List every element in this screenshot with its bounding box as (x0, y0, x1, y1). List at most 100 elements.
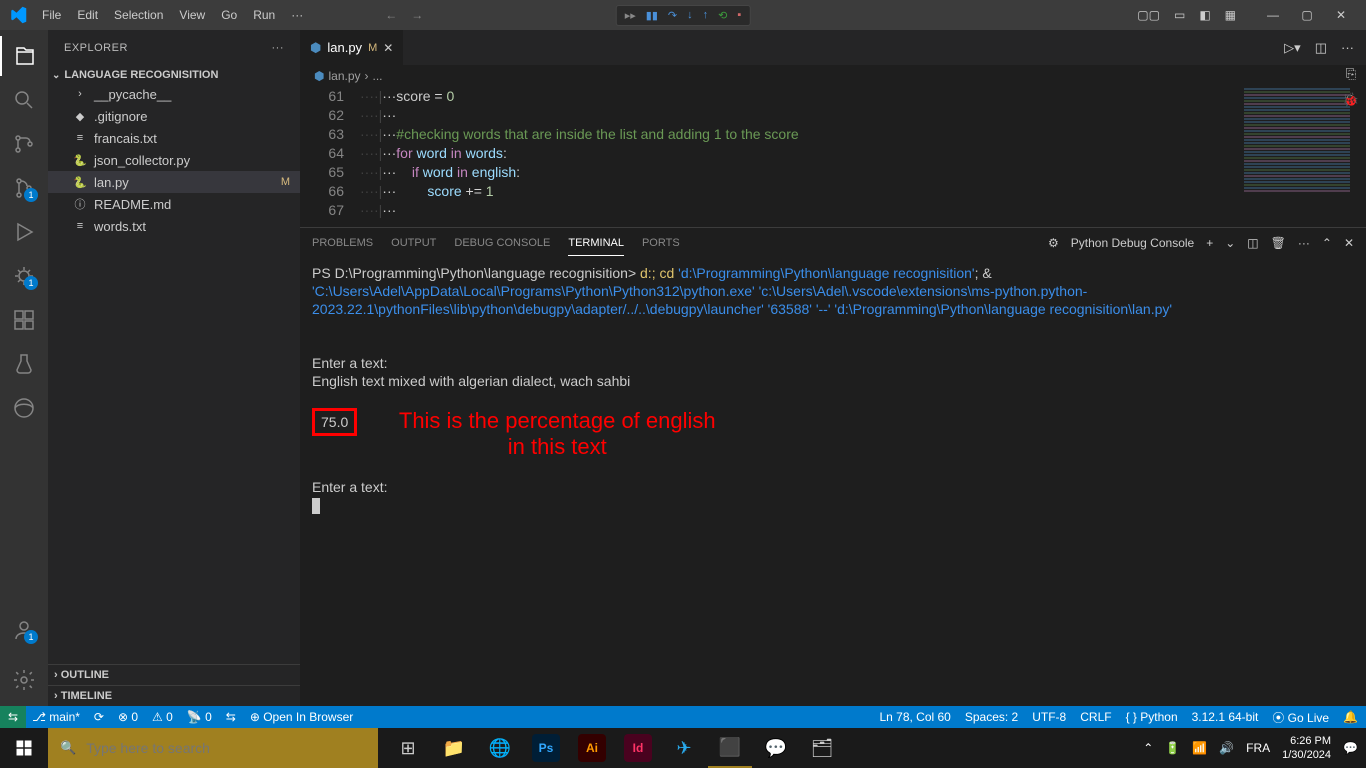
taskbar-search[interactable]: 🔍 (48, 728, 378, 768)
code-area[interactable]: 61626364656667 ····|···score = 0····|···… (300, 87, 1366, 227)
panel-tab-debug[interactable]: DEBUG CONSOLE (454, 231, 550, 255)
layout-primary-icon[interactable]: ▢▢ (1137, 8, 1160, 22)
debug-step-into-icon[interactable]: ↓ (687, 9, 693, 22)
layout-customize-icon[interactable]: ▦ (1225, 8, 1236, 22)
panel-tab-problems[interactable]: PROBLEMS (312, 231, 373, 255)
tab-lan-py[interactable]: ⬢ lan.py M ✕ (300, 30, 404, 65)
messenger-icon[interactable]: 💬 (754, 728, 798, 768)
debug-stop-icon[interactable]: ▪ (737, 9, 741, 22)
tray-notifications-icon[interactable]: 💬 (1343, 741, 1358, 755)
nav-back-icon[interactable]: ← (385, 8, 397, 22)
photoshop-icon[interactable]: Ps (532, 734, 560, 762)
activity-source-control-icon[interactable] (0, 124, 48, 164)
panel-close-icon[interactable]: ✕ (1344, 230, 1354, 256)
window-min-icon[interactable]: — (1256, 2, 1290, 28)
taskview-icon[interactable]: ⊞ (386, 728, 430, 768)
outline-section[interactable]: › OUTLINE (48, 664, 300, 685)
activity-testing-icon[interactable] (0, 344, 48, 384)
vscode-taskbar-icon[interactable]: ⬛ (708, 728, 752, 768)
file-item-README-md[interactable]: ⓘREADME.md (48, 193, 300, 215)
status-language[interactable]: { } Python (1126, 710, 1178, 724)
activity-accounts-icon[interactable]: 1 (0, 610, 48, 650)
file-item-__pycache__[interactable]: ›__pycache__ (48, 83, 300, 105)
activity-edge-icon[interactable] (0, 388, 48, 428)
project-section-header[interactable]: ⌄ LANGUAGE RECOGNISITION (48, 67, 300, 83)
menu-file[interactable]: File (35, 4, 68, 26)
run-play-icon[interactable]: ▷▾ (1284, 40, 1301, 56)
debug-pause-icon[interactable]: ▮▮ (646, 9, 658, 22)
editor-more-icon[interactable]: ··· (1341, 40, 1354, 55)
status-cursor-pos[interactable]: Ln 78, Col 60 (879, 710, 950, 724)
activity-settings-icon[interactable] (0, 660, 48, 700)
timeline-section[interactable]: › TIMELINE (48, 685, 300, 706)
activity-run-debug-icon[interactable] (0, 212, 48, 252)
terminal-split-icon[interactable]: ◫ (1247, 230, 1258, 256)
status-warnings[interactable]: ⚠ 0 (152, 710, 173, 724)
debug-gear-icon[interactable]: ⚙ (1048, 230, 1059, 256)
terminal-bug-icon[interactable]: 🐞 (1343, 92, 1359, 108)
file-item-francais-txt[interactable]: ≡francais.txt (48, 127, 300, 149)
panel-tab-output[interactable]: OUTPUT (391, 231, 436, 255)
panel-tab-ports[interactable]: PORTS (642, 231, 680, 255)
status-sync-icon[interactable]: ⟳ (94, 710, 104, 724)
activity-git-graph-icon[interactable]: 1 (0, 168, 48, 208)
terminal-content[interactable]: PS D:\Programming\Python\language recogn… (300, 258, 1366, 706)
panel-tab-terminal[interactable]: TERMINAL (568, 231, 624, 256)
debug-restart-icon[interactable]: ⟲ (718, 9, 727, 22)
status-bell-icon[interactable]: 🔔 (1343, 710, 1358, 724)
layout-panel-icon[interactable]: ▭ (1174, 8, 1185, 22)
status-spaces[interactable]: Spaces: 2 (965, 710, 1018, 724)
explorer-more-icon[interactable]: ··· (272, 42, 285, 54)
menu-edit[interactable]: Edit (70, 4, 105, 26)
status-port-icon[interactable]: ⇆ (226, 710, 236, 724)
indesign-icon[interactable]: Id (624, 734, 652, 762)
edge-browser-icon[interactable]: 🌐 (478, 728, 522, 768)
file-item--gitignore[interactable]: ◆.gitignore (48, 105, 300, 127)
debug-continue-icon[interactable]: ▸▸ (625, 9, 636, 22)
terminal-side-icon[interactable]: ⎘ (1346, 66, 1356, 82)
terminal-more-icon[interactable]: ··· (1298, 230, 1310, 256)
status-radio[interactable]: 📡 0 (187, 710, 212, 724)
file-item-json_collector-py[interactable]: 🐍json_collector.py (48, 149, 300, 171)
terminal-new-icon[interactable]: + (1206, 230, 1213, 256)
activity-explorer-icon[interactable] (0, 36, 48, 76)
activity-debug-alt-icon[interactable]: 1 (0, 256, 48, 296)
window-max-icon[interactable]: ▢ (1290, 2, 1324, 28)
file-explorer-icon[interactable]: 📁 (432, 728, 476, 768)
status-python-version[interactable]: 3.12.1 64-bit (1192, 710, 1259, 724)
search-input[interactable] (86, 740, 366, 756)
breadcrumbs[interactable]: ⬢ lan.py › ... (300, 65, 1366, 87)
status-open-browser[interactable]: ⊕ Open In Browser (250, 710, 353, 724)
window-close-icon[interactable]: ✕ (1324, 2, 1358, 28)
status-eol[interactable]: CRLF (1080, 710, 1111, 724)
debug-step-over-icon[interactable]: ↷ (668, 9, 677, 22)
terminal-dropdown-icon[interactable]: ⌄ (1225, 230, 1235, 256)
menu-selection[interactable]: Selection (107, 4, 170, 26)
status-errors[interactable]: ⊗ 0 (118, 710, 138, 724)
start-button[interactable] (0, 728, 48, 768)
tray-language[interactable]: FRA (1246, 741, 1270, 755)
app-icon[interactable]: 🗂 (800, 728, 844, 768)
debug-step-out-icon[interactable]: ↑ (703, 9, 709, 22)
menu-run[interactable]: Run (246, 4, 282, 26)
tray-volume-icon[interactable]: 🔊 (1219, 741, 1234, 755)
status-encoding[interactable]: UTF-8 (1032, 710, 1066, 724)
tray-chevron-icon[interactable]: ⌃ (1143, 741, 1153, 755)
activity-search-icon[interactable] (0, 80, 48, 120)
telegram-icon[interactable]: ✈ (662, 728, 706, 768)
tray-clock[interactable]: 6:26 PM 1/30/2024 (1282, 734, 1331, 762)
file-item-lan-py[interactable]: 🐍lan.pyM (48, 171, 300, 193)
menu-more[interactable]: ··· (284, 4, 310, 26)
tray-battery-icon[interactable]: 🔋 (1165, 741, 1180, 755)
tray-wifi-icon[interactable]: 📶 (1192, 741, 1207, 755)
menu-go[interactable]: Go (214, 4, 244, 26)
file-item-words-txt[interactable]: ≡words.txt (48, 215, 300, 237)
layout-secondary-icon[interactable]: ◧ (1199, 8, 1210, 22)
status-branch[interactable]: ⎇ main* (32, 710, 80, 724)
remote-indicator[interactable]: ⇆ (0, 706, 26, 728)
illustrator-icon[interactable]: Ai (578, 734, 606, 762)
terminal-kill-icon[interactable]: 🗑 (1271, 230, 1286, 256)
tab-close-icon[interactable]: ✕ (383, 41, 393, 55)
split-editor-icon[interactable]: ◫ (1315, 40, 1327, 56)
panel-maximize-icon[interactable]: ⌃ (1322, 230, 1332, 256)
